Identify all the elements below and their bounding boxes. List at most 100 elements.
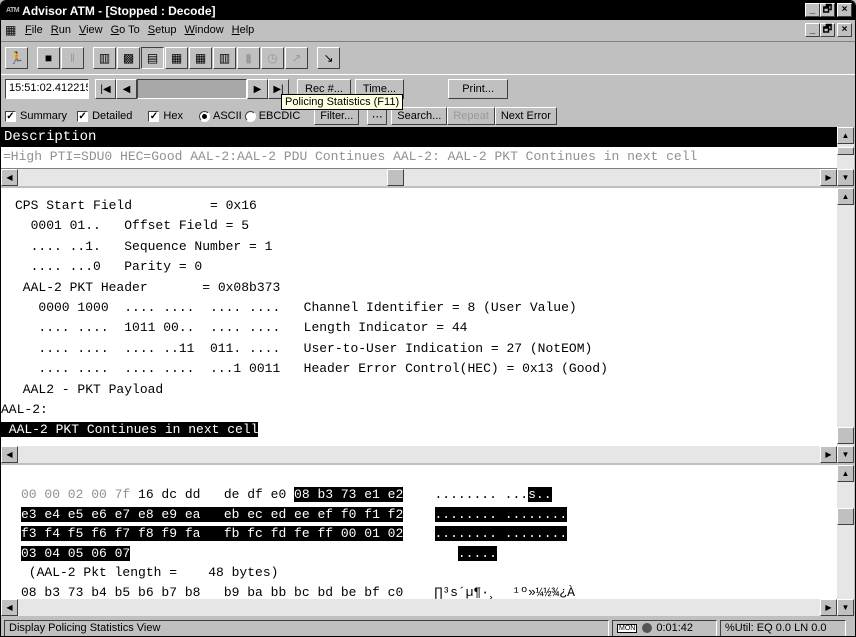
check-icon: ✓ — [77, 110, 89, 122]
next-error-button[interactable]: Next Error — [494, 107, 557, 125]
record-position-track[interactable] — [137, 79, 247, 99]
summary-checkbox[interactable]: ✓ Summary — [5, 110, 67, 122]
decode-line: .... .... 1011 00.. .... .... Length Ind… — [15, 320, 468, 336]
scroll-left-icon[interactable]: ◀ — [1, 169, 18, 186]
scroll-thumb[interactable] — [837, 147, 854, 155]
scroll-down-icon[interactable]: ▼ — [837, 446, 854, 463]
elapsed-time: 0:01:42 — [656, 622, 694, 634]
summary-row[interactable]: =High PTI=SDU0 HEC=Good AAL-2:AAL-2 PDU … — [1, 147, 837, 169]
minimize-button[interactable]: _ — [805, 3, 820, 17]
child-restore-button[interactable]: 🗗 — [820, 23, 835, 37]
next-record-icon[interactable]: ▶ — [247, 79, 268, 99]
analyze-icon[interactable]: ▩ — [117, 47, 140, 69]
statistics-chart-icon[interactable]: ▥ — [93, 47, 116, 69]
pkt-length-line: (AAL-2 Pkt length = 48 bytes) — [21, 565, 279, 580]
decode-line: AAL-2: — [1, 401, 48, 417]
menu-view[interactable]: View — [75, 24, 107, 36]
scroll-right-icon[interactable]: ▶ — [820, 446, 837, 463]
child-close-button[interactable]: × — [837, 23, 852, 37]
ebcdic-radio[interactable]: EBCDIC — [244, 110, 300, 122]
scroll-left-icon[interactable]: ◀ — [1, 599, 18, 616]
timestamp-field[interactable]: 15:51:02.41221531 — [5, 79, 89, 99]
decode-line: .... .... .... .... ...1 0011 Header Err… — [15, 361, 608, 377]
menu-setup[interactable]: Setup — [144, 24, 181, 36]
running-indicator-icon — [642, 623, 653, 633]
previous-record-icon[interactable]: ◀ — [116, 79, 137, 99]
hex-horizontal-scrollbar[interactable]: ◀ ▶ — [1, 599, 837, 616]
repeat-button[interactable]: Repeat — [447, 107, 495, 125]
decode-line: .... .... .... ..11 011. .... User-to-Us… — [15, 340, 593, 356]
app-icon: ATM — [6, 7, 20, 14]
utilization-status: %Util: EQ 0.0 LN 0.0 — [720, 619, 846, 636]
mon-badge: MON — [617, 623, 638, 633]
monitor-status: MON 0:01:42 — [612, 619, 717, 636]
menu-run[interactable]: Run — [47, 24, 75, 36]
hex-row: e3 e4 e5 e6 e7 e8 e9 ea eb ec ed ee ef f… — [21, 506, 568, 522]
scroll-up-icon[interactable]: ▲ — [837, 188, 854, 205]
clock-icon[interactable]: ◷ — [261, 47, 284, 69]
mdi-child-icon[interactable]: ▦ — [5, 23, 21, 37]
decode-horizontal-scrollbar[interactable]: ◀ ▶ — [1, 446, 837, 463]
table-view-icon[interactable]: ▦ — [189, 47, 212, 69]
summary-vertical-scrollbar[interactable]: ▲ — [837, 127, 854, 169]
decode-line: CPS Start Field = 0x16 — [15, 198, 257, 213]
hex-row: 00 00 02 00 7f 16 dc dd de df e0 08 b3 7… — [21, 487, 552, 502]
scroll-up-icon[interactable]: ▲ — [837, 465, 854, 482]
first-record-icon[interactable]: |◀ — [95, 79, 116, 99]
child-minimize-button[interactable]: _ — [805, 23, 820, 37]
scroll-right-icon[interactable]: ▶ — [820, 169, 837, 186]
run-figure-icon[interactable]: 🏃 — [5, 47, 28, 69]
scroll-left-icon[interactable]: ◀ — [1, 446, 18, 463]
main-toolbar: 🏃 ■ ‖ ▥ ▩ ▤ ▦ ▦ ▥ ▮ ◷ ↗ ↘ — [1, 41, 855, 75]
title-bar[interactable]: ATM Advisor ATM - [Stopped : Decode] _ 🗗… — [1, 1, 855, 20]
scroll-thumb[interactable] — [387, 169, 404, 186]
scroll-down-icon[interactable]: ▼ — [837, 169, 854, 186]
menu-help[interactable]: Help — [228, 24, 259, 36]
navigation-toolbar: 15:51:02.41221531 |◀ ◀ ▶ ▶| Rec #... Tim… — [1, 76, 855, 102]
grid-view-icon[interactable]: ▦ — [165, 47, 188, 69]
restore-button[interactable]: 🗗 — [820, 3, 835, 17]
hex-checkbox[interactable]: ✓ Hex — [148, 110, 183, 122]
print-button[interactable]: Print... — [448, 79, 509, 99]
hex-row: f3 f4 f5 f6 f7 f8 f9 fa fb fc fd fe ff 0… — [21, 526, 568, 541]
scroll-right-icon[interactable]: ▶ — [820, 599, 837, 616]
status-message: Display Policing Statistics View — [4, 619, 609, 636]
window-title: Advisor ATM - [Stopped : Decode] — [22, 3, 216, 18]
hex-row: 08 b3 73 b4 b5 b6 b7 b8 b9 ba bb bc bd b… — [21, 584, 575, 600]
decode-line: .... ..1. Sequence Number = 1 — [15, 238, 273, 254]
menu-goto[interactable]: Go To — [107, 24, 144, 36]
scroll-thumb[interactable] — [837, 427, 854, 444]
ascii-radio[interactable]: ASCII — [198, 110, 242, 122]
tooltip: Policing Statistics (F11) — [281, 94, 404, 110]
decode-line: AAL2 - PKT Payload — [15, 381, 164, 397]
close-button[interactable]: × — [837, 3, 852, 17]
detailed-checkbox[interactable]: ✓ Detailed — [77, 110, 132, 122]
scroll-thumb[interactable] — [837, 508, 854, 525]
decode-view-icon[interactable]: ▤ — [141, 47, 164, 69]
decode-line: 0001 01.. Offset Field = 5 — [15, 218, 250, 234]
menu-bar: ▦ File Run View Go To Setup Window Help … — [1, 20, 855, 40]
hex-vertical-scrollbar[interactable]: ▲ — [837, 465, 854, 599]
pause-icon[interactable]: ‖ — [61, 47, 84, 69]
decode-line: .... ...0 Parity = 0 — [15, 259, 203, 275]
selected-decode-line[interactable]: AAL-2 PKT Continues in next cell — [1, 422, 259, 438]
check-icon: ✓ — [148, 110, 160, 122]
decode-vertical-scrollbar[interactable]: ▲ — [837, 188, 854, 446]
summary-horizontal-scrollbar[interactable]: ◀ ▶ — [1, 169, 837, 186]
policing-statistics-icon[interactable]: ↘ — [317, 47, 340, 69]
menu-file[interactable]: File — [21, 24, 47, 36]
options-toolbar: ✓ Summary ✓ Detailed ✓ Hex ASCII EBCDIC Fil… — [1, 106, 855, 126]
check-icon: ✓ — [5, 110, 16, 122]
menu-window[interactable]: Window — [181, 24, 228, 36]
summary-header: Description — [1, 127, 837, 147]
scroll-down-icon[interactable]: ▼ — [837, 599, 854, 616]
decode-line: AAL-2 PKT Header = 0x08b373 — [15, 279, 281, 295]
decode-pane[interactable]: CPS Start Field = 0x16 0001 01.. Offset … — [1, 188, 837, 446]
stop-icon[interactable]: ■ — [37, 47, 60, 69]
bar-chart-icon[interactable]: ▥ — [213, 47, 236, 69]
scroll-up-icon[interactable]: ▲ — [837, 127, 854, 144]
hex-pane[interactable]: 00 00 02 00 7f 16 dc dd de df e0 08 b3 7… — [1, 465, 837, 599]
app-window: ATM Advisor ATM - [Stopped : Decode] _ 🗗… — [0, 0, 856, 637]
graph-icon[interactable]: ↗ — [285, 47, 308, 69]
export-icon[interactable]: ▮ — [237, 47, 260, 69]
